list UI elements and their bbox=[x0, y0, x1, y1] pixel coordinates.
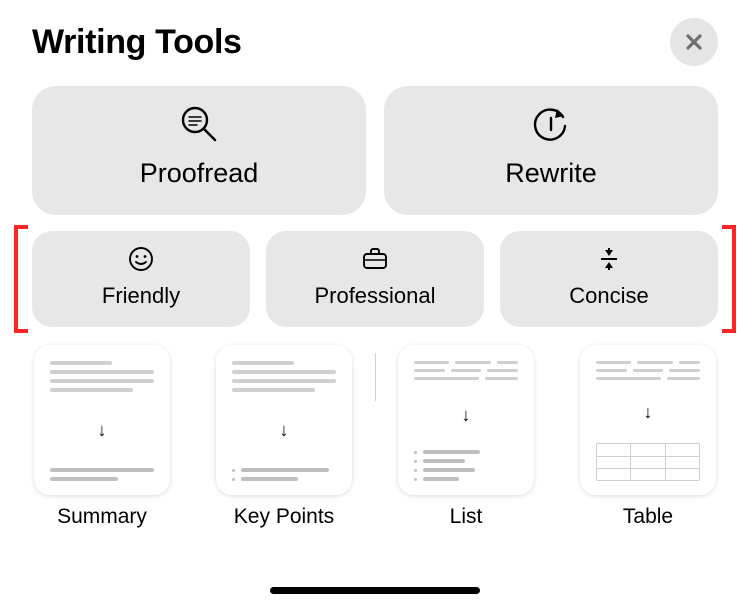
key-points-button[interactable] bbox=[216, 345, 352, 495]
header: Writing Tools bbox=[32, 18, 718, 66]
magnifier-list-icon bbox=[179, 104, 219, 144]
list-col: List bbox=[398, 345, 534, 529]
highlight-bracket-left bbox=[14, 225, 18, 333]
briefcase-icon bbox=[360, 245, 390, 273]
compress-icon bbox=[595, 245, 623, 273]
table-button[interactable] bbox=[580, 345, 716, 495]
primary-actions-row: Proofread Rewrite bbox=[32, 86, 718, 215]
format-actions-row: Summary Key Points bbox=[32, 345, 718, 529]
arrow-down-icon bbox=[641, 405, 655, 419]
home-indicator bbox=[270, 587, 480, 594]
summary-col: Summary bbox=[34, 345, 170, 529]
summary-result-icon bbox=[50, 468, 154, 481]
list-icon bbox=[414, 361, 518, 380]
table-icon bbox=[596, 361, 700, 380]
arrow-down-icon bbox=[277, 423, 291, 437]
concise-button[interactable]: Concise bbox=[500, 231, 718, 327]
professional-label: Professional bbox=[314, 283, 435, 309]
tone-actions-row: Friendly Professional Concise bbox=[32, 231, 718, 327]
proofread-label: Proofread bbox=[140, 158, 259, 189]
close-button[interactable] bbox=[670, 18, 718, 66]
friendly-label: Friendly bbox=[102, 283, 180, 309]
table-col: Table bbox=[580, 345, 716, 529]
key-points-col: Key Points bbox=[216, 345, 352, 529]
table-result-icon bbox=[596, 443, 700, 481]
highlight-bracket-right bbox=[732, 225, 736, 333]
summary-button[interactable] bbox=[34, 345, 170, 495]
smiley-icon bbox=[127, 245, 155, 273]
rewrite-label: Rewrite bbox=[505, 158, 597, 189]
table-label: Table bbox=[623, 505, 673, 529]
arrow-down-icon bbox=[95, 423, 109, 437]
arrow-down-icon bbox=[459, 408, 473, 422]
key-points-result-icon bbox=[232, 468, 336, 481]
rewrite-button[interactable]: Rewrite bbox=[384, 86, 718, 215]
proofread-button[interactable]: Proofread bbox=[32, 86, 366, 215]
list-result-icon bbox=[414, 450, 518, 481]
concise-label: Concise bbox=[569, 283, 648, 309]
professional-button[interactable]: Professional bbox=[266, 231, 484, 327]
close-icon bbox=[684, 32, 704, 52]
summary-icon bbox=[50, 361, 154, 392]
redo-circle-icon bbox=[531, 104, 571, 144]
list-button[interactable] bbox=[398, 345, 534, 495]
list-label: List bbox=[450, 505, 483, 529]
friendly-button[interactable]: Friendly bbox=[32, 231, 250, 327]
key-points-icon bbox=[232, 361, 336, 392]
key-points-label: Key Points bbox=[234, 505, 334, 529]
panel-title: Writing Tools bbox=[32, 23, 242, 62]
divider bbox=[375, 353, 376, 401]
summary-label: Summary bbox=[57, 505, 147, 529]
